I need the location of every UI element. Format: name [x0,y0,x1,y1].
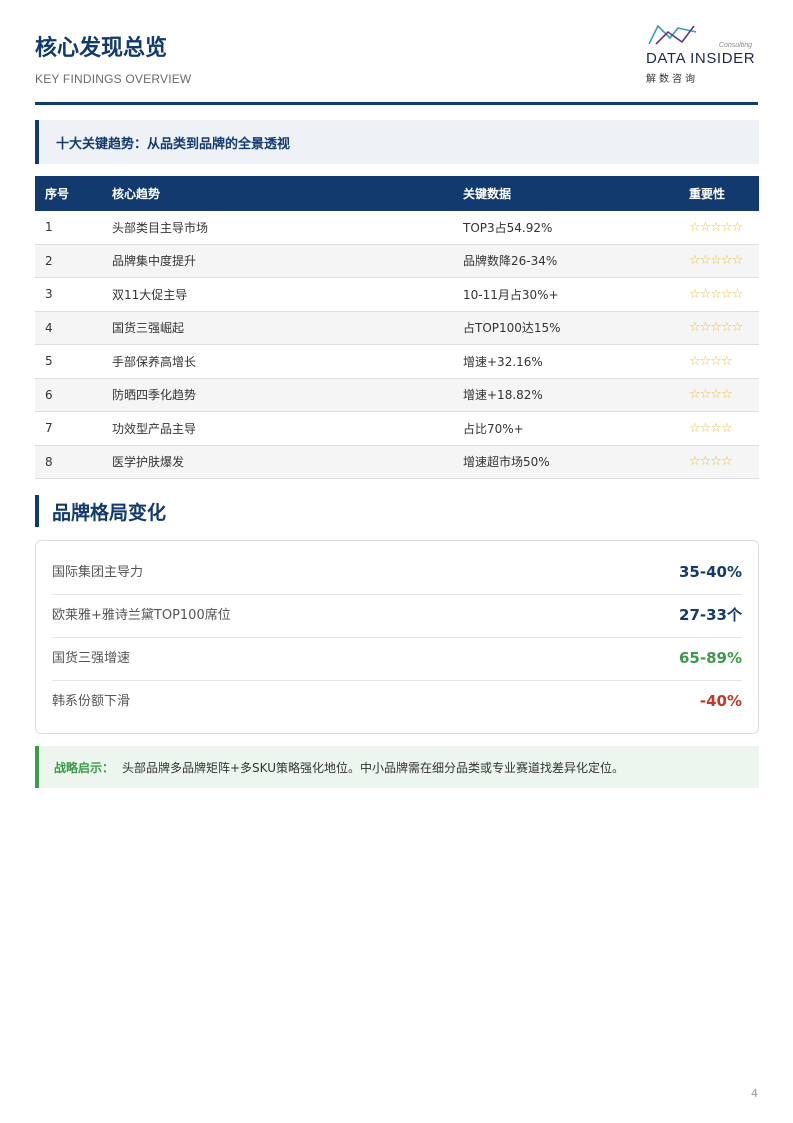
metric-label: 韩系份额下滑 [52,694,131,709]
row-trend: 国货三强崛起 [102,311,453,345]
strategy-text: 头部品牌多品牌矩阵+多SKU策略强化地位。中小品牌需在细分品类或专业赛道找差异化… [122,761,625,775]
page-subtitle: KEY FINDINGS OVERVIEW [35,72,192,86]
page-number: 4 [751,1087,758,1100]
row-number: 7 [35,411,102,446]
row-key-data: 占TOP100达15% [453,311,679,345]
trends-table: 序号 核心趋势 关键数据 重要性 1 头部类目主导市场 TOP3占54.92% … [35,176,759,479]
header-number: 序号 [35,176,102,211]
star-rating-icon: ☆☆☆☆ [679,445,759,479]
row-number: 1 [35,211,102,245]
table-row: 8 医学护肤爆发 增速超市场50% ☆☆☆☆ [35,445,759,479]
row-key-data: TOP3占54.92% [453,211,679,245]
table-header-row: 序号 核心趋势 关键数据 重要性 [35,176,759,211]
page-header: 核心发现总览 KEY FINDINGS OVERVIEW Consulting … [35,24,758,105]
table-row: 3 双11大促主导 10-11月占30%+ ☆☆☆☆☆ [35,277,759,312]
metric-value: 27-33个 [679,606,742,624]
row-trend: 品牌集中度提升 [102,244,453,278]
star-rating-icon: ☆☆☆☆☆ [679,311,759,345]
table-row: 1 头部类目主导市场 TOP3占54.92% ☆☆☆☆☆ [35,211,759,245]
metric-label: 欧莱雅+雅诗兰黛TOP100席位 [52,608,231,623]
page-title: 核心发现总览 [35,36,168,61]
row-key-data: 10-11月占30%+ [453,277,679,312]
logo-name: DATA INSIDER [646,50,756,67]
logo-mark-icon [648,24,697,45]
strategy-label: 战略启示： [54,761,115,775]
metric-row: 韩系份额下滑 -40% [52,680,742,723]
row-key-data: 增速+18.82% [453,378,679,412]
metric-value: -40% [699,692,742,710]
header-trend: 核心趋势 [102,176,453,211]
header-importance: 重要性 [679,176,759,211]
metric-row: 国货三强增速 65-89% [52,637,742,681]
metric-row: 国际集团主导力 35-40% [52,551,742,595]
metric-value: 35-40% [678,563,742,581]
trend-heading: 十大关键趋势：从品类到品牌的全景透视 [56,137,291,152]
row-trend: 防晒四季化趋势 [102,378,453,412]
trend-heading-bar: 十大关键趋势：从品类到品牌的全景透视 [35,120,759,164]
table-row: 2 品牌集中度提升 品牌数降26-34% ☆☆☆☆☆ [35,244,759,278]
row-number: 8 [35,445,102,479]
row-trend: 医学护肤爆发 [102,445,453,479]
row-key-data: 占比70%+ [453,411,679,446]
row-key-data: 品牌数降26-34% [453,244,679,278]
strategy-callout: 战略启示： 头部品牌多品牌矩阵+多SKU策略强化地位。中小品牌需在细分品类或专业… [35,746,759,788]
row-trend: 功效型产品主导 [102,411,453,446]
logo-consulting-text: Consulting [718,42,752,49]
row-number: 3 [35,277,102,312]
table-row: 6 防晒四季化趋势 增速+18.82% ☆☆☆☆ [35,378,759,412]
row-trend: 手部保养高增长 [102,344,453,379]
metric-row: 欧莱雅+雅诗兰黛TOP100席位 27-33个 [52,594,742,638]
row-number: 2 [35,244,102,278]
star-rating-icon: ☆☆☆☆☆ [679,277,759,312]
star-rating-icon: ☆☆☆☆ [679,344,759,379]
metric-value: 65-89% [678,649,742,667]
brand-metrics-card: 国际集团主导力 35-40% 欧莱雅+雅诗兰黛TOP100席位 27-33个 国… [35,540,759,734]
row-trend: 双11大促主导 [102,277,453,312]
row-number: 5 [35,344,102,379]
star-rating-icon: ☆☆☆☆ [679,378,759,412]
metric-label: 国货三强增速 [52,651,131,666]
table-row: 5 手部保养高增长 增速+32.16% ☆☆☆☆ [35,344,759,379]
table-row: 7 功效型产品主导 占比70%+ ☆☆☆☆ [35,411,759,446]
brand-section-title: 品牌格局变化 [52,502,167,524]
table-row: 4 国货三强崛起 占TOP100达15% ☆☆☆☆☆ [35,311,759,345]
company-logo: Consulting DATA INSIDER 解数咨询 [646,24,758,85]
row-number: 6 [35,378,102,412]
row-key-data: 增速超市场50% [453,445,679,479]
brand-section-heading: 品牌格局变化 [35,495,166,527]
row-trend: 头部类目主导市场 [102,211,453,245]
metric-label: 国际集团主导力 [52,565,144,580]
star-rating-icon: ☆☆☆☆ [679,411,759,446]
logo-chinese-name: 解数咨询 [646,74,698,85]
header-key-data: 关键数据 [453,176,679,211]
star-rating-icon: ☆☆☆☆☆ [679,211,759,245]
row-key-data: 增速+32.16% [453,344,679,379]
row-number: 4 [35,311,102,345]
star-rating-icon: ☆☆☆☆☆ [679,244,759,278]
